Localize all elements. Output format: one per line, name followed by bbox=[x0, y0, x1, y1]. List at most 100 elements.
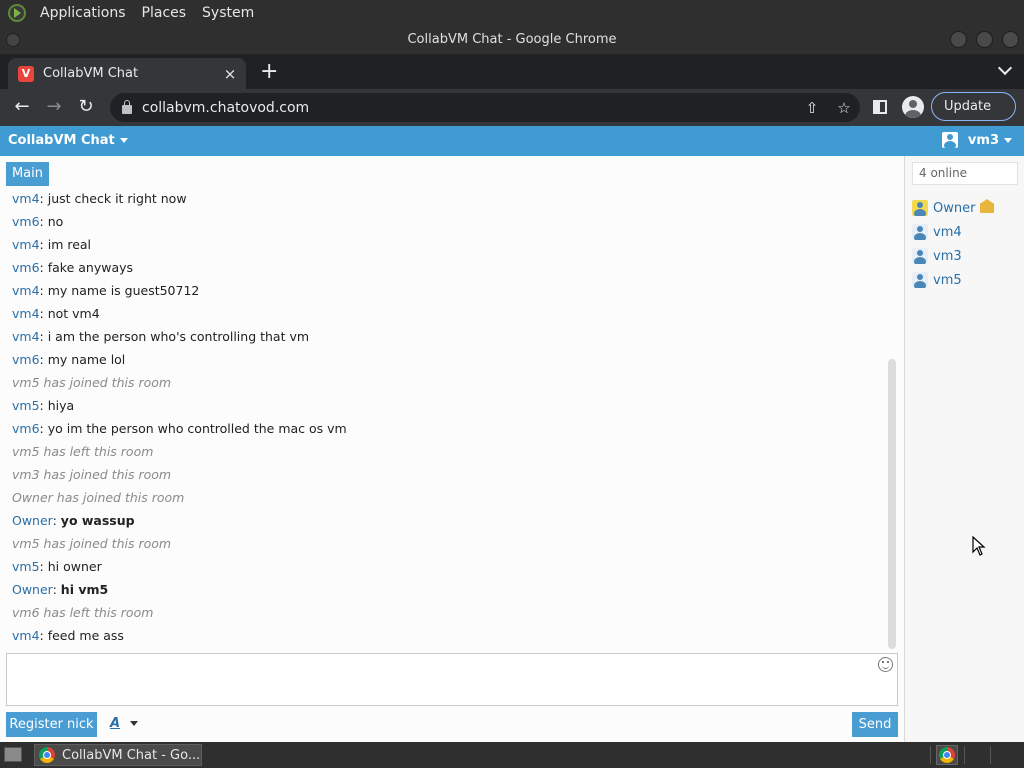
message-nick[interactable]: vm5 bbox=[12, 398, 40, 413]
tray-chrome-launcher[interactable] bbox=[936, 745, 958, 765]
taskbar-item-chrome[interactable]: CollabVM Chat - Go... bbox=[34, 744, 202, 766]
message-nick[interactable]: vm6 bbox=[12, 214, 40, 229]
tab-search-chevron-icon[interactable] bbox=[997, 60, 1013, 76]
url-text[interactable]: collabvm.chatovod.com bbox=[142, 100, 796, 116]
emoji-smiley-icon[interactable] bbox=[878, 657, 893, 672]
message-text: not vm4 bbox=[47, 306, 100, 321]
share-icon[interactable]: ⇧ bbox=[796, 99, 828, 117]
register-nick-button[interactable]: Register nick bbox=[6, 712, 97, 737]
profile-avatar-icon[interactable] bbox=[902, 96, 924, 118]
user-icon bbox=[912, 248, 928, 264]
update-label: Update bbox=[944, 99, 992, 114]
caret-down-icon bbox=[130, 721, 139, 726]
tab-close-icon[interactable]: × bbox=[222, 65, 238, 83]
message-nick[interactable]: vm4 bbox=[12, 306, 40, 321]
collabvm-favicon-icon: V bbox=[18, 65, 34, 82]
maximize-button[interactable] bbox=[976, 31, 993, 48]
app-menu-dropdown[interactable]: CollabVM Chat bbox=[8, 133, 128, 148]
chat-message: vm6: yo im the person who controlled the… bbox=[12, 419, 882, 442]
message-nick[interactable]: vm4 bbox=[12, 191, 40, 206]
address-bar[interactable]: collabvm.chatovod.com ⇧ ☆ bbox=[110, 93, 860, 122]
chat-message: vm6: no bbox=[12, 212, 882, 235]
distro-logo-icon[interactable] bbox=[8, 3, 26, 22]
message-text: yo wassup bbox=[60, 513, 135, 528]
cursor-arrow-icon bbox=[972, 536, 986, 556]
reload-button[interactable]: ↻ bbox=[74, 95, 98, 119]
message-nick[interactable]: vm5 bbox=[12, 559, 40, 574]
message-text: no bbox=[47, 214, 64, 229]
message-nick[interactable]: vm6 bbox=[12, 421, 40, 436]
show-desktop-icon[interactable] bbox=[4, 747, 22, 762]
message-nick[interactable]: vm4 bbox=[12, 237, 40, 252]
forward-button[interactable]: → bbox=[42, 95, 66, 119]
system-message: vm5 has left this room bbox=[12, 444, 154, 459]
message-nick[interactable]: vm6 bbox=[12, 260, 40, 275]
system-message: vm5 has joined this room bbox=[12, 375, 172, 390]
message-nick[interactable]: Owner bbox=[12, 513, 53, 528]
chat-message: Owner: hi vm5 bbox=[12, 580, 882, 603]
chat-message: vm4: im real bbox=[12, 235, 882, 258]
chat-message: vm4: not vm4 bbox=[12, 304, 882, 327]
nick-separator: : bbox=[39, 237, 48, 252]
message-nick[interactable]: vm4 bbox=[12, 283, 40, 298]
message-text: yo im the person who controlled the mac … bbox=[47, 421, 347, 436]
message-input[interactable] bbox=[6, 653, 898, 706]
nick-separator: : bbox=[39, 214, 48, 229]
current-user-name: vm3 bbox=[967, 132, 999, 148]
system-message: vm5 has joined this room bbox=[12, 536, 172, 551]
message-scrollbar[interactable] bbox=[888, 359, 896, 649]
nick-separator: : bbox=[39, 352, 48, 367]
room-tab-main[interactable]: Main bbox=[6, 162, 49, 186]
user-list-item[interactable]: vm4 bbox=[912, 220, 1020, 244]
tray-separator bbox=[990, 746, 991, 764]
chat-message: vm4: just check it right now bbox=[12, 189, 882, 212]
message-nick[interactable]: Owner bbox=[12, 582, 53, 597]
user-list-pane: 4 online Owner vm4 vm3 vm5 bbox=[904, 156, 1024, 742]
close-window-button[interactable] bbox=[1002, 31, 1019, 48]
nick-separator: : bbox=[39, 329, 48, 344]
lock-icon[interactable] bbox=[122, 100, 132, 114]
user-list-item[interactable]: Owner bbox=[912, 196, 1020, 220]
user-name: vm4 bbox=[933, 224, 962, 240]
back-button[interactable]: ← bbox=[10, 95, 34, 119]
update-button[interactable]: Update bbox=[931, 92, 1016, 121]
user-list-item[interactable]: vm5 bbox=[912, 268, 1020, 292]
send-button[interactable]: Send bbox=[852, 712, 898, 737]
user-name: vm5 bbox=[933, 272, 962, 288]
side-panel-icon[interactable] bbox=[873, 100, 887, 114]
chat-message: vm4: i am the person who's controlling t… bbox=[12, 327, 882, 350]
new-tab-button[interactable]: + bbox=[260, 61, 278, 83]
user-menu-dropdown[interactable]: vm3 bbox=[941, 132, 1012, 148]
panel-menu-places[interactable]: Places bbox=[134, 5, 195, 21]
message-text: im real bbox=[47, 237, 92, 252]
caret-down-icon bbox=[119, 138, 128, 143]
user-icon bbox=[912, 200, 928, 216]
nick-separator: : bbox=[52, 513, 61, 528]
nick-separator: : bbox=[52, 582, 61, 597]
tab-title: CollabVM Chat bbox=[43, 66, 139, 81]
desktop-top-panel: Applications Places System bbox=[0, 0, 1024, 25]
panel-menu-applications[interactable]: Applications bbox=[32, 5, 134, 21]
app-menu-label: CollabVM Chat bbox=[8, 133, 115, 148]
message-text: hi vm5 bbox=[60, 582, 109, 597]
minimize-button[interactable] bbox=[950, 31, 967, 48]
chat-message: vm5: hiya bbox=[12, 396, 882, 419]
message-text: feed me ass bbox=[47, 628, 124, 643]
window-menu-button[interactable] bbox=[6, 33, 20, 47]
message-nick[interactable]: vm4 bbox=[12, 329, 40, 344]
browser-toolbar: ← → ↻ collabvm.chatovod.com ⇧ ☆ Update bbox=[0, 89, 1024, 126]
nick-separator: : bbox=[39, 283, 48, 298]
chrome-icon bbox=[39, 747, 55, 763]
user-list-item[interactable]: vm3 bbox=[912, 244, 1020, 268]
message-text: just check it right now bbox=[47, 191, 187, 206]
message-nick[interactable]: vm6 bbox=[12, 352, 40, 367]
message-text: i am the person who's controlling that v… bbox=[47, 329, 310, 344]
panel-menu-system[interactable]: System bbox=[194, 5, 262, 21]
message-nick[interactable]: vm4 bbox=[12, 628, 40, 643]
tab-collabvm-chat[interactable]: V CollabVM Chat × bbox=[8, 58, 246, 89]
font-style-button[interactable]: A bbox=[110, 716, 139, 731]
bookmark-star-icon[interactable]: ☆ bbox=[828, 99, 860, 117]
system-message: vm3 has joined this room bbox=[12, 467, 172, 482]
user-icon bbox=[912, 224, 928, 240]
nick-separator: : bbox=[39, 306, 48, 321]
